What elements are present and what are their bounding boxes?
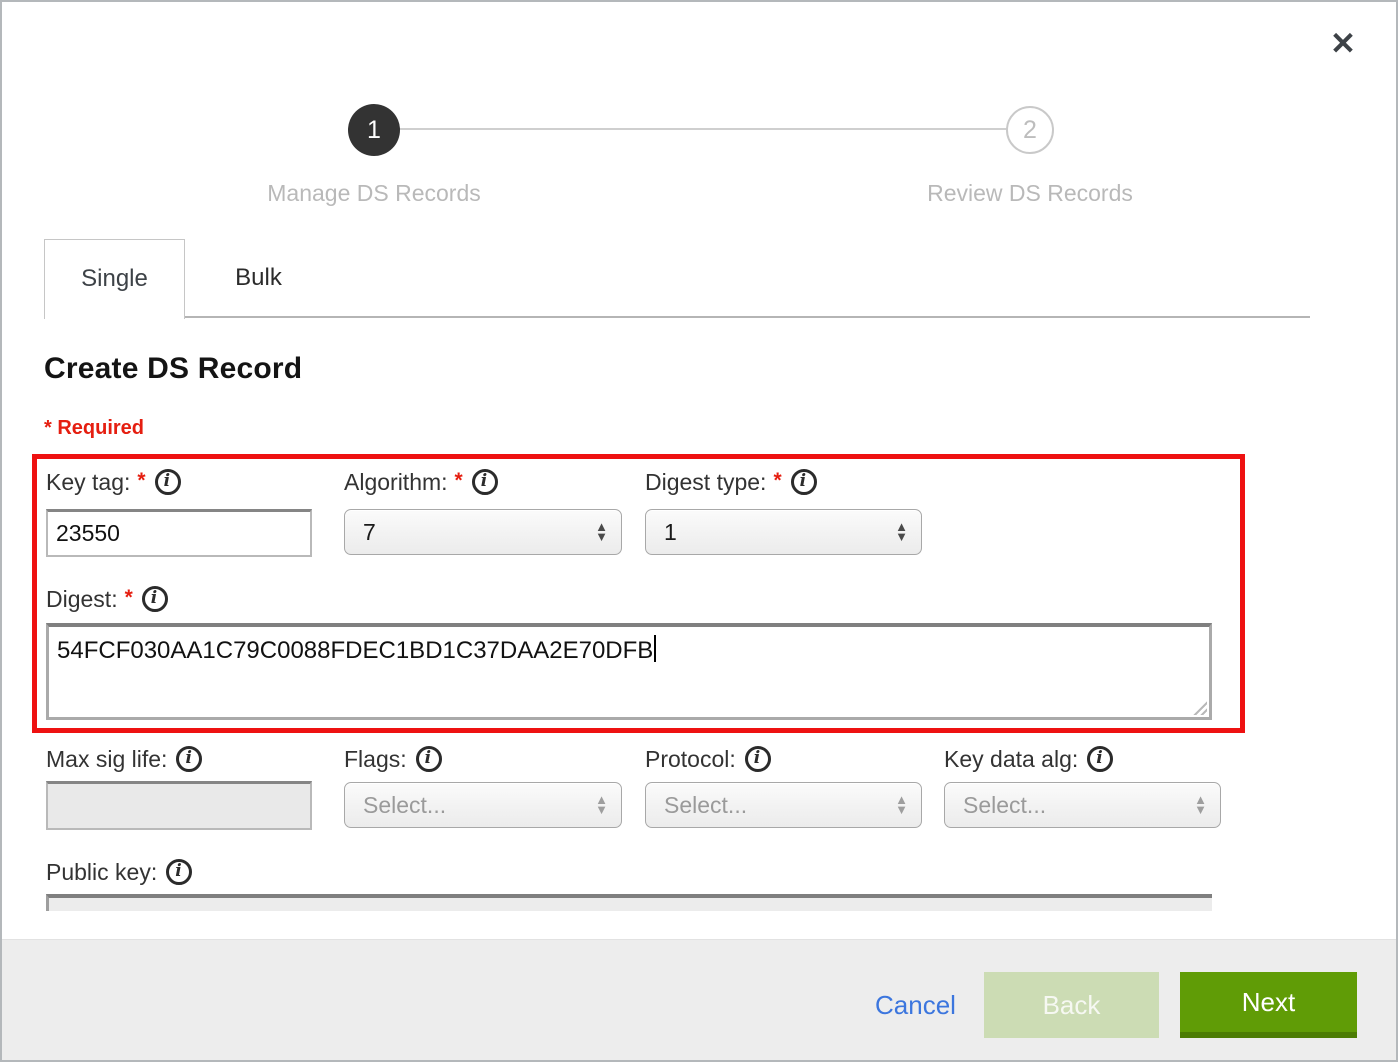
digest-label-text: Digest:: [46, 586, 118, 612]
key-data-alg-selected-value: Select...: [945, 792, 1194, 819]
public-key-label: Public key:: [46, 859, 192, 889]
dialog-footer: Cancel Back Next: [2, 939, 1396, 1060]
digest-label: Digest: *: [46, 586, 168, 616]
key-data-alg-select[interactable]: Select... ▲▼: [944, 782, 1221, 828]
tab-single[interactable]: Single: [44, 239, 185, 319]
protocol-label: Protocol:: [645, 746, 771, 776]
public-key-label-text: Public key:: [46, 859, 157, 885]
step-2-label: Review DS Records: [870, 180, 1190, 207]
stepper-connector-line: [374, 128, 1030, 130]
info-icon[interactable]: [416, 746, 442, 772]
step-1-circle: 1: [348, 104, 400, 156]
key-tag-label: Key tag: *: [46, 469, 181, 499]
digest-type-label-text: Digest type:: [645, 469, 766, 495]
info-icon[interactable]: [155, 469, 181, 495]
key-tag-label-text: Key tag:: [46, 469, 130, 495]
algorithm-label: Algorithm: *: [344, 469, 498, 499]
select-arrows-icon: ▲▼: [895, 795, 908, 816]
digest-type-label: Digest type: *: [645, 469, 817, 499]
required-asterisk: *: [455, 469, 463, 492]
info-icon[interactable]: [1087, 746, 1113, 772]
select-arrows-icon: ▲▼: [595, 522, 608, 543]
flags-selected-value: Select...: [345, 792, 595, 819]
info-icon[interactable]: [142, 586, 168, 612]
flags-select[interactable]: Select... ▲▼: [344, 782, 622, 828]
select-arrows-icon: ▲▼: [595, 795, 608, 816]
back-button[interactable]: Back: [984, 972, 1159, 1038]
key-tag-input[interactable]: [46, 509, 312, 557]
required-asterisk: *: [137, 469, 145, 492]
flags-label: Flags:: [344, 746, 442, 776]
tabs-underline: [44, 316, 1310, 318]
digest-type-selected-value: 1: [646, 519, 895, 546]
close-icon[interactable]: ✕: [1330, 28, 1356, 59]
protocol-selected-value: Select...: [646, 792, 895, 819]
public-key-textarea[interactable]: [46, 894, 1212, 911]
info-icon[interactable]: [176, 746, 202, 772]
select-arrows-icon: ▲▼: [895, 522, 908, 543]
algorithm-select[interactable]: 7 ▲▼: [344, 509, 622, 555]
digest-type-select[interactable]: 1 ▲▼: [645, 509, 922, 555]
create-ds-record-dialog: ✕ 1 2 Manage DS Records Review DS Record…: [0, 0, 1398, 1062]
flags-label-text: Flags:: [344, 746, 407, 772]
info-icon[interactable]: [745, 746, 771, 772]
next-button[interactable]: Next: [1180, 972, 1357, 1038]
select-arrows-icon: ▲▼: [1194, 795, 1207, 816]
info-icon[interactable]: [166, 859, 192, 885]
key-data-alg-label-text: Key data alg:: [944, 746, 1078, 772]
protocol-select[interactable]: Select... ▲▼: [645, 782, 922, 828]
step-2-circle: 2: [1006, 106, 1054, 154]
max-sig-life-input[interactable]: [46, 781, 312, 830]
key-data-alg-label: Key data alg:: [944, 746, 1113, 776]
max-sig-life-label-text: Max sig life:: [46, 746, 167, 772]
digest-textarea[interactable]: 54FCF030AA1C79C0088FDEC1BD1C37DAA2E70DFB: [46, 623, 1212, 720]
algorithm-selected-value: 7: [345, 519, 595, 546]
max-sig-life-label: Max sig life:: [46, 746, 202, 776]
info-icon[interactable]: [791, 469, 817, 495]
page-title: Create DS Record: [44, 352, 302, 386]
required-asterisk: *: [125, 586, 133, 609]
cancel-button[interactable]: Cancel: [875, 990, 956, 1021]
resize-handle-icon[interactable]: [1191, 699, 1207, 715]
algorithm-label-text: Algorithm:: [344, 469, 448, 495]
required-asterisk: *: [773, 469, 781, 492]
digest-value: 54FCF030AA1C79C0088FDEC1BD1C37DAA2E70DFB: [57, 637, 653, 664]
protocol-label-text: Protocol:: [645, 746, 736, 772]
text-cursor: [654, 635, 656, 662]
info-icon[interactable]: [472, 469, 498, 495]
required-note: * Required: [44, 417, 144, 440]
step-1-label: Manage DS Records: [214, 180, 534, 207]
tab-bulk[interactable]: Bulk: [186, 239, 331, 315]
